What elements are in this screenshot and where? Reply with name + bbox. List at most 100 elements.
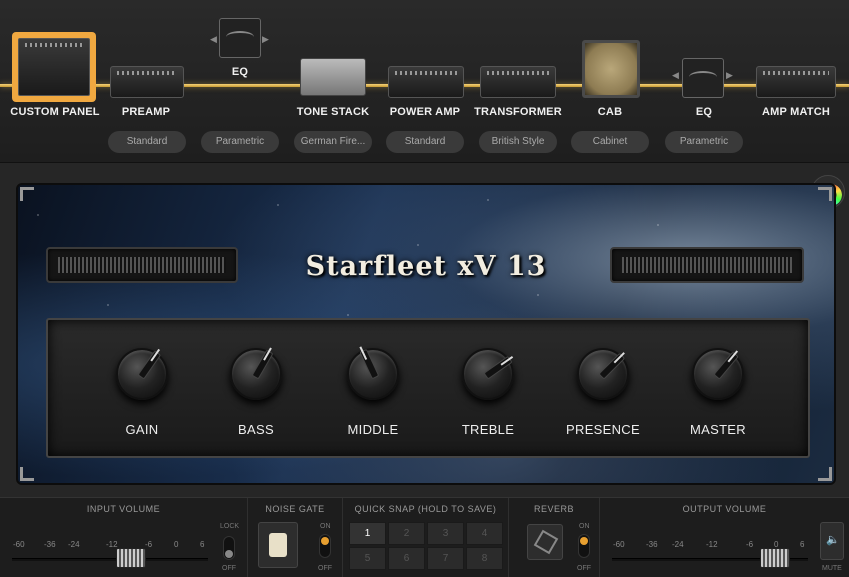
- knob-unit-treble: TREBLE: [438, 348, 538, 437]
- section-title: INPUT VOLUME: [86, 504, 161, 514]
- bottom-bar: INPUT VOLUME -60 -36 -24 -12 -6 0 6 LOCK…: [0, 497, 849, 577]
- noise-gate-toggle[interactable]: [319, 534, 331, 558]
- off-label: OFF: [318, 565, 332, 572]
- custom-panel-thumbnail: [12, 32, 96, 102]
- scale-mark: -60: [13, 540, 25, 549]
- preamp-thumbnail: [110, 66, 184, 98]
- reverb-cube-icon[interactable]: [527, 524, 563, 560]
- chevron-left-icon[interactable]: ◀: [210, 34, 217, 45]
- quick-snap-slot[interactable]: 4: [466, 522, 503, 545]
- quick-snap-slot[interactable]: 1: [349, 522, 386, 545]
- corner-bracket: [818, 467, 832, 481]
- chevron-left-icon[interactable]: ◀: [672, 70, 679, 81]
- scale-mark: 6: [200, 540, 205, 549]
- master-knob[interactable]: [692, 348, 744, 400]
- quick-snap-slot[interactable]: 2: [388, 522, 425, 545]
- module-label: PREAMP: [121, 106, 171, 118]
- quick-snap-slot[interactable]: 7: [427, 547, 464, 570]
- corner-bracket: [818, 187, 832, 201]
- corner-bracket: [20, 187, 34, 201]
- noise-gate-pedal-icon[interactable]: [258, 522, 298, 568]
- noise-gate-section: NOISE GATE ON OFF: [248, 498, 343, 577]
- scale-mark: -24: [68, 540, 80, 549]
- scale-mark: -6: [145, 540, 153, 549]
- module-cab[interactable]: CAB: [570, 0, 650, 130]
- scale-mark: -6: [746, 540, 754, 549]
- knob-bay: GAIN BASS MIDDLE TREBLE PRESENCE MASTER: [46, 318, 810, 458]
- lock-toggle[interactable]: [223, 536, 235, 560]
- module-label: EQ: [231, 66, 249, 78]
- section-title: OUTPUT VOLUME: [682, 504, 767, 514]
- module-eq[interactable]: ◀ ▶ EQ: [200, 0, 280, 130]
- chevron-right-icon[interactable]: ▶: [726, 70, 733, 81]
- output-volume-fader[interactable]: [760, 548, 790, 568]
- input-volume-track: [12, 558, 208, 561]
- power-amp-type-select[interactable]: Standard: [386, 131, 464, 153]
- lock-label: LOCK: [220, 523, 240, 530]
- output-volume-section: OUTPUT VOLUME -60 -36 -24 -12 -6 0 6 🔈 M…: [600, 498, 849, 577]
- scale-mark: 6: [800, 540, 805, 549]
- knob-label: PRESENCE: [566, 422, 640, 437]
- amp-panel-area: Starfleet xV 13 GAIN BASS MIDDLE TREBLE …: [0, 163, 849, 497]
- knob-unit-presence: PRESENCE: [553, 348, 653, 437]
- cab-thumbnail: [582, 40, 640, 98]
- lock-state-label: OFF: [222, 565, 236, 572]
- reverb-toggle[interactable]: [578, 534, 590, 558]
- off-label: OFF: [577, 565, 591, 572]
- signal-chain: CUSTOM PANEL PREAMP Standard ◀ ▶ EQ Para…: [0, 0, 849, 163]
- gain-knob[interactable]: [116, 348, 168, 400]
- section-title: REVERB: [533, 504, 574, 514]
- amp-title: Starfleet xV 13: [305, 251, 547, 282]
- mute-label: MUTE: [822, 565, 842, 572]
- amp-faceplate: Starfleet xV 13 GAIN BASS MIDDLE TREBLE …: [16, 183, 836, 485]
- corner-bracket: [20, 467, 34, 481]
- module-preamp[interactable]: PREAMP: [100, 0, 192, 130]
- middle-knob[interactable]: [347, 348, 399, 400]
- on-label: ON: [320, 523, 331, 530]
- knob-unit-gain: GAIN: [92, 348, 192, 437]
- knob-label: MIDDLE: [347, 422, 399, 437]
- scale-mark: -36: [646, 540, 658, 549]
- knob-unit-master: MASTER: [668, 348, 768, 437]
- module-power-amp[interactable]: POWER AMP: [380, 0, 470, 130]
- knob-unit-bass: BASS: [206, 348, 306, 437]
- eq-thumbnail: [219, 18, 261, 58]
- transformer-thumbnail: [480, 66, 556, 98]
- input-volume-section: INPUT VOLUME -60 -36 -24 -12 -6 0 6 LOCK…: [0, 498, 248, 577]
- quick-snap-slot[interactable]: 3: [427, 522, 464, 545]
- section-title: NOISE GATE: [265, 504, 325, 514]
- input-volume-fader[interactable]: [116, 548, 146, 568]
- knob-label: MASTER: [690, 422, 746, 437]
- presence-knob[interactable]: [577, 348, 629, 400]
- module-amp-match[interactable]: AMP MATCH: [752, 0, 842, 130]
- knob-label: GAIN: [125, 422, 159, 437]
- eq2-type-select[interactable]: Parametric: [665, 131, 743, 153]
- tone-stack-thumbnail: [300, 58, 366, 96]
- module-eq-2[interactable]: ◀ ▶ EQ: [664, 0, 744, 130]
- chevron-right-icon[interactable]: ▶: [262, 34, 269, 45]
- knob-label: BASS: [238, 422, 274, 437]
- quick-snap-slot[interactable]: 8: [466, 547, 503, 570]
- treble-knob[interactable]: [462, 348, 514, 400]
- bass-knob[interactable]: [230, 348, 282, 400]
- knob-label: TREBLE: [461, 422, 515, 437]
- tone-stack-type-select[interactable]: German Fire...: [294, 131, 372, 153]
- scale-mark: -36: [44, 540, 56, 549]
- scale-mark: -60: [613, 540, 625, 549]
- scale-mark: -24: [672, 540, 684, 549]
- on-label: ON: [579, 523, 590, 530]
- eq-type-select[interactable]: Parametric: [201, 131, 279, 153]
- module-label: AMP MATCH: [762, 106, 830, 118]
- scale-mark: -12: [706, 540, 718, 549]
- eq-thumbnail: [682, 58, 724, 98]
- quick-snap-slot[interactable]: 5: [349, 547, 386, 570]
- quick-snap-slot[interactable]: 6: [388, 547, 425, 570]
- mute-button[interactable]: 🔈: [820, 522, 844, 560]
- scale-mark: 0: [174, 540, 179, 549]
- transformer-type-select[interactable]: British Style: [479, 131, 557, 153]
- knob-unit-middle: MIDDLE: [323, 348, 423, 437]
- amp-match-thumbnail: [756, 66, 836, 98]
- preamp-type-select[interactable]: Standard: [108, 131, 186, 153]
- cab-type-select[interactable]: Cabinet: [571, 131, 649, 153]
- section-title: QUICK SNAP (HOLD TO SAVE): [354, 504, 497, 514]
